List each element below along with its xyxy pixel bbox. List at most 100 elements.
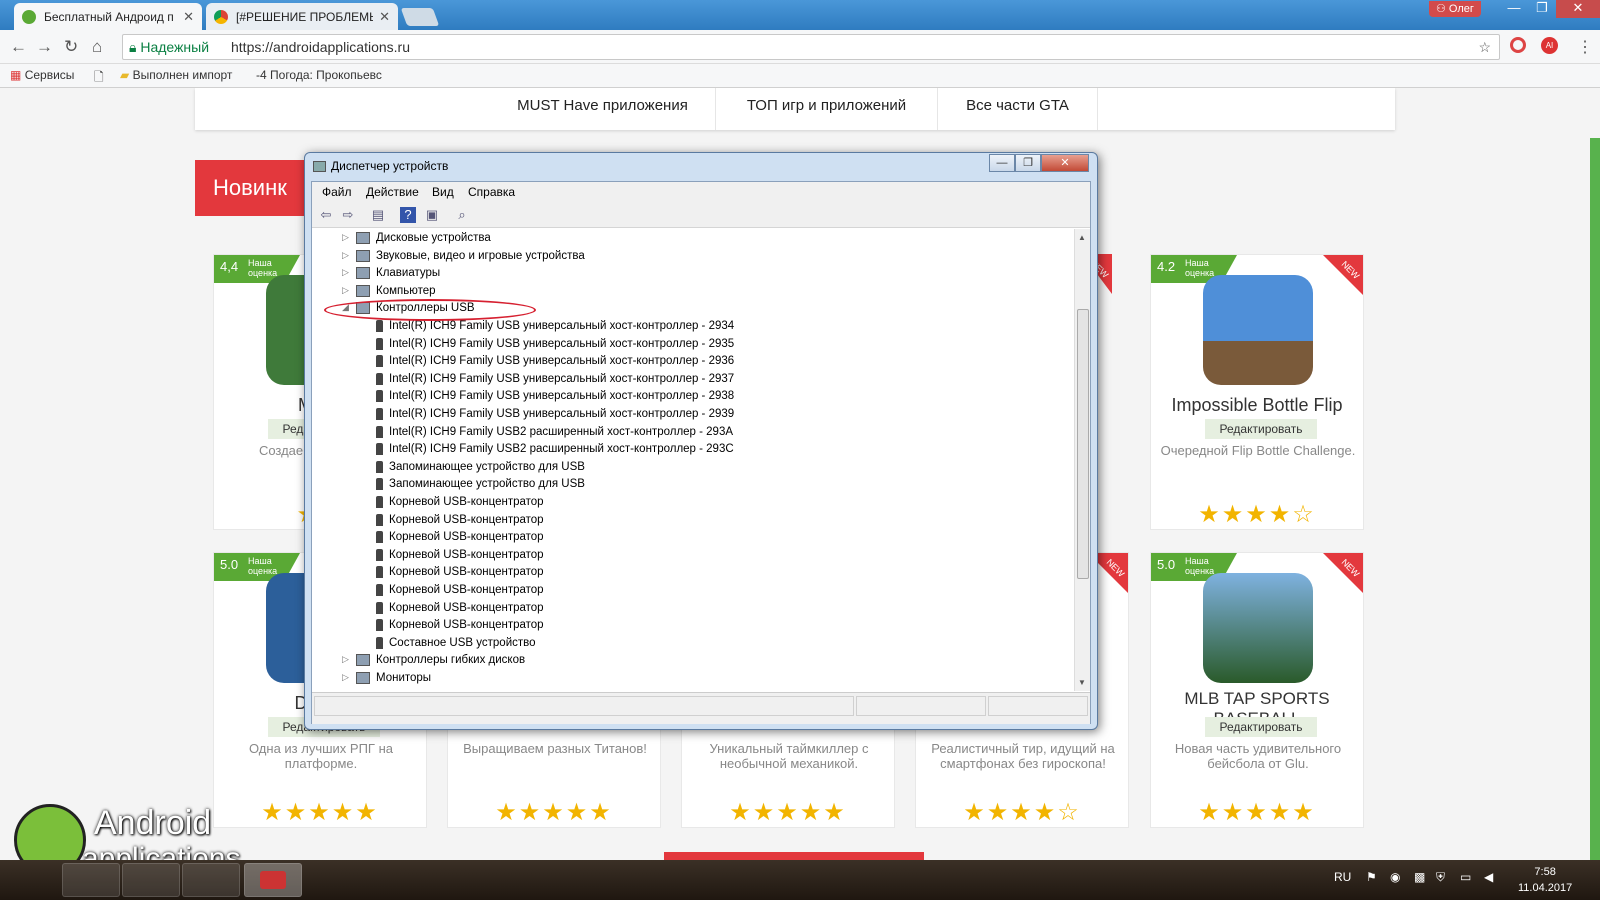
tree-device[interactable]: Корневой USB-концентратор (376, 496, 544, 514)
tree-device[interactable]: Запоминающее устройство для USB (376, 478, 585, 496)
bookmark-star-icon[interactable]: ☆ (1478, 35, 1491, 59)
app-icon[interactable] (1203, 573, 1313, 683)
scroll-down-icon[interactable]: ▼ (1078, 678, 1086, 687)
tree-device[interactable]: Корневой USB-концентратор (376, 548, 544, 567)
tree-device[interactable]: Корневой USB-концентратор (376, 584, 544, 602)
expand-arrow-icon[interactable]: ▷ (342, 672, 349, 683)
reload-icon[interactable]: ↻ (64, 37, 78, 57)
bookmark-imported[interactable]: ▰ Выполнен импорт (120, 68, 232, 82)
tree-category[interactable]: ▷ Звуковые, видео и игровые устройства (342, 249, 585, 268)
tree-device[interactable]: Корневой USB-концентратор (376, 601, 544, 620)
expand-arrow-icon[interactable]: ▷ (342, 232, 349, 243)
tree-device[interactable]: Intel(R) ICH9 Family USB универсальный х… (376, 337, 734, 356)
menu-help[interactable]: Справка (468, 185, 515, 199)
tree-device[interactable]: Корневой USB-концентратор (376, 619, 544, 637)
forward-icon[interactable]: ⇨ (340, 207, 356, 223)
tree-device[interactable]: Intel(R) ICH9 Family USB универсальный х… (376, 390, 734, 408)
menu-icon[interactable]: ⋮ (1577, 37, 1593, 57)
expand-arrow-icon[interactable]: ▷ (342, 654, 349, 665)
back-icon[interactable]: ⇦ (318, 207, 334, 223)
app-card[interactable]: 5.0Наша оценка NEW MLB TAP SPORTS BASEBA… (1150, 552, 1364, 828)
scan-hardware-icon[interactable]: ⌕ (454, 207, 470, 223)
tree-device[interactable]: Intel(R) ICH9 Family USB2 расширенный хо… (376, 425, 733, 444)
address-bar[interactable]: 🔒︎ Надежный https://androidapplications.… (122, 34, 1500, 60)
edit-button[interactable]: Редактировать (1205, 717, 1317, 737)
side-tab[interactable] (1590, 138, 1600, 860)
expand-arrow-icon[interactable]: ▷ (342, 267, 349, 278)
profile-button[interactable]: ⚇ Олег (1429, 1, 1481, 17)
menu-must-have[interactable]: MUST Have приложения (490, 88, 716, 130)
close-window-icon[interactable]: ✕ (1556, 0, 1600, 18)
menu-action[interactable]: Действие (366, 185, 419, 199)
back-icon[interactable]: ← (10, 37, 27, 57)
maximize-icon[interactable]: ❐ (1015, 154, 1041, 172)
edit-button[interactable]: Редактировать (1205, 419, 1317, 439)
taskbar-explorer-button[interactable] (122, 863, 180, 897)
tab-problem-solution[interactable]: [#РЕШЕНИЕ ПРОБЛЕМЫ ✕ (206, 3, 398, 30)
tree-device[interactable]: Intel(R) ICH9 Family USB универсальный х… (376, 408, 734, 426)
tree-category[interactable]: ▷ Клавиатуры (342, 267, 440, 285)
tree-device[interactable]: Запоминающее устройство для USB (376, 460, 585, 479)
minimize-icon[interactable]: — (989, 154, 1015, 172)
scroll-up-icon[interactable]: ▲ (1078, 233, 1086, 242)
tree-device[interactable]: Intel(R) ICH9 Family USB универсальный х… (376, 355, 734, 373)
forward-icon[interactable]: → (36, 37, 53, 57)
volume-icon[interactable]: ◀ (1484, 870, 1493, 884)
restore-icon[interactable]: ❐ (1528, 0, 1556, 18)
tree-device[interactable]: Составное USB устройство (376, 636, 536, 655)
tab-android-apps[interactable]: Бесплатный Андроид п ✕ (14, 3, 202, 30)
load-more-bar[interactable] (664, 852, 924, 860)
device-tree[interactable]: ▷ Дисковые устройства ▷ Звуковые, видео и и… (312, 229, 1074, 691)
minimize-icon[interactable]: — (1500, 0, 1528, 18)
chrome-tray-icon[interactable]: ◉ (1390, 870, 1400, 884)
app-title[interactable]: Impossible Bottle Flip (1151, 395, 1363, 415)
tree-category[interactable]: ▷ Мониторы (342, 672, 431, 690)
system-clock[interactable]: 7:58 11.04.2017 (1518, 864, 1572, 896)
language-indicator[interactable]: RU (1334, 870, 1351, 884)
home-icon[interactable]: ⌂ (92, 37, 102, 57)
tree-device[interactable]: Корневой USB-концентратор (376, 531, 544, 549)
scroll-thumb[interactable] (1077, 309, 1089, 579)
vertical-scrollbar[interactable]: ▲ ▼ (1074, 229, 1090, 691)
close-icon[interactable]: ✕ (183, 9, 194, 25)
expand-arrow-icon[interactable]: ▷ (342, 250, 349, 261)
menu-file[interactable]: Файл (322, 185, 352, 199)
tree-label: Корневой USB-концентратор (389, 548, 544, 561)
device-manager-window[interactable]: Диспетчер устройств — ❐ ✕ Файл Действие … (304, 152, 1098, 730)
network-tray-icon[interactable]: ▩ (1414, 870, 1425, 884)
show-hide-tree-icon[interactable]: ▤ (370, 207, 386, 223)
new-tab-button[interactable] (400, 8, 440, 26)
tree-category[interactable]: ▷ Дисковые устройства (342, 232, 491, 250)
taskbar-chrome-button[interactable] (62, 863, 120, 897)
usb-device-icon (376, 372, 383, 385)
display-icon[interactable]: ▭ (1460, 870, 1471, 884)
menu-view[interactable]: Вид (432, 185, 454, 199)
menu-gta[interactable]: Все части GTA (938, 88, 1098, 130)
site-logo[interactable]: Android applications (10, 794, 250, 860)
tree-device[interactable]: Корневой USB-концентратор (376, 513, 544, 532)
menu-top-games[interactable]: ТОП игр и приложений (716, 88, 938, 130)
tree-device[interactable]: Intel(R) ICH9 Family USB2 расширенный хо… (376, 443, 734, 461)
window-titlebar[interactable]: Диспетчер устройств — ❐ ✕ (305, 153, 1097, 181)
shield-icon[interactable]: ⛨ (1436, 870, 1445, 885)
page-icon[interactable]: 🗋 (94, 68, 104, 89)
taskbar-app-button[interactable] (182, 863, 240, 897)
properties-icon[interactable]: ▣ (424, 207, 440, 223)
secure-indicator[interactable]: 🔒︎ Надежный (129, 35, 209, 59)
taskbar-device-manager-button[interactable] (244, 863, 302, 897)
tree-device[interactable]: Intel(R) ICH9 Family USB универсальный х… (376, 320, 734, 338)
close-icon[interactable]: ✕ (379, 9, 390, 25)
bookmark-services[interactable]: ▦ Сервисы (10, 68, 74, 82)
bookmark-weather[interactable]: -4 Погода: Прокопьевс (256, 68, 382, 82)
extension-badge-icon[interactable]: AI (1541, 37, 1558, 54)
app-icon[interactable] (1203, 275, 1313, 385)
tree-device[interactable]: Корневой USB-концентратор (376, 566, 544, 584)
extension-icon[interactable] (1510, 37, 1526, 53)
app-card[interactable]: 4.2 Наша оценка NEW Impossible Bottle Fli… (1150, 254, 1364, 530)
expand-arrow-icon[interactable]: ▷ (342, 285, 349, 296)
flag-icon[interactable]: ⚑ (1366, 870, 1377, 884)
close-icon[interactable]: ✕ (1041, 154, 1089, 172)
tree-category[interactable]: ▷ Контроллеры гибких дисков (342, 654, 525, 672)
tree-device[interactable]: Intel(R) ICH9 Family USB универсальный х… (376, 372, 734, 391)
help-icon[interactable]: ? (400, 207, 416, 223)
